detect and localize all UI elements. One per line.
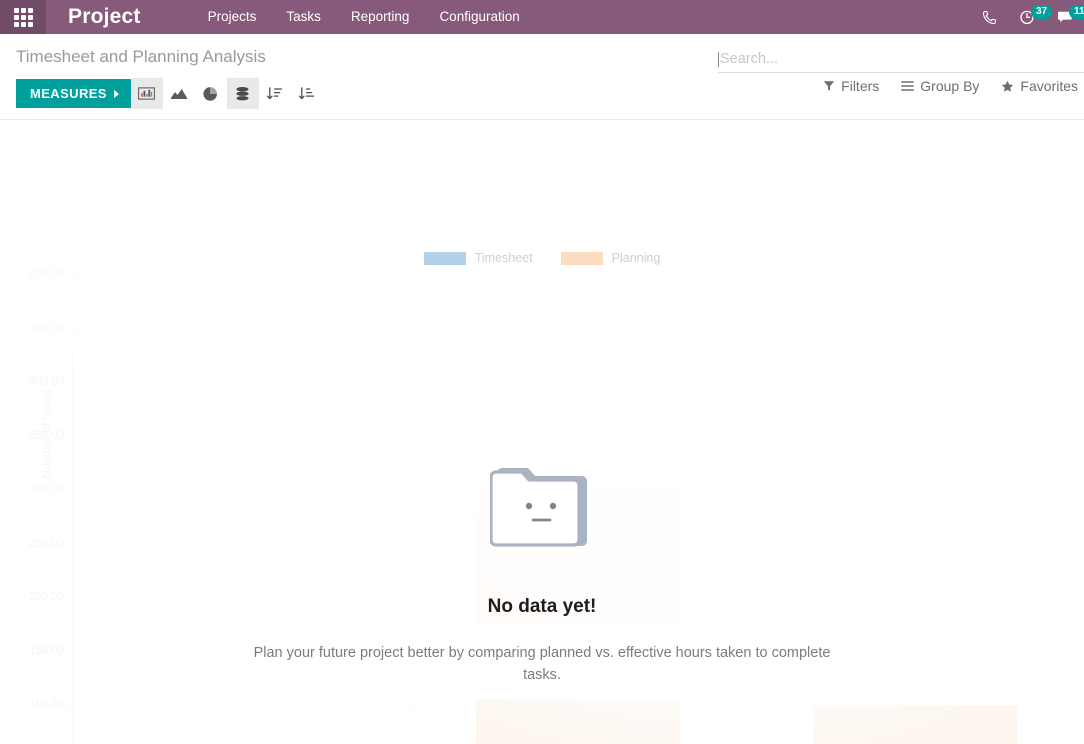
y-axis-tick: 200.00 bbox=[29, 591, 73, 603]
view-bar-chart-button[interactable] bbox=[130, 78, 163, 109]
apps-menu-button[interactable] bbox=[0, 0, 46, 34]
legend-item-planning[interactable]: Planning bbox=[560, 251, 661, 265]
view-controls: MEASURES bbox=[16, 78, 323, 109]
filter-icon bbox=[823, 81, 835, 91]
sort-descending-icon bbox=[299, 86, 315, 99]
app-brand-title[interactable]: Project bbox=[68, 5, 141, 29]
menu-item-projects[interactable]: Projects bbox=[193, 0, 272, 34]
line-chart-icon bbox=[170, 89, 187, 100]
y-axis-tick: 250.00 bbox=[29, 538, 73, 550]
legend-label-timesheet: Timesheet bbox=[474, 251, 533, 265]
activities-button[interactable]: 37 bbox=[1019, 5, 1053, 25]
gridline bbox=[72, 650, 1084, 652]
view-line-chart-button[interactable] bbox=[163, 78, 195, 109]
apps-grid-icon bbox=[13, 7, 33, 27]
sort-ascending-icon bbox=[267, 86, 283, 99]
chart-legend: Timesheet Planning bbox=[0, 251, 1084, 265]
y-axis-tick: 150.00 bbox=[29, 645, 73, 657]
y-axis-line bbox=[72, 275, 73, 744]
phone-button[interactable] bbox=[982, 10, 997, 25]
pie-chart-icon bbox=[203, 86, 218, 101]
activities-badge: 37 bbox=[1031, 5, 1053, 19]
phone-icon bbox=[982, 10, 997, 24]
search-bar[interactable] bbox=[718, 46, 1084, 73]
group-by-button[interactable]: Group By bbox=[901, 78, 979, 94]
control-panel-bottom-row: MEASURES Filters Group By Favorites bbox=[0, 70, 1084, 119]
y-axis-tick: 500.00 bbox=[29, 269, 73, 281]
legend-swatch-planning bbox=[560, 251, 603, 265]
menu-item-reporting[interactable]: Reporting bbox=[336, 0, 425, 34]
navbar-right-actions: 37 11 bbox=[982, 0, 1084, 34]
y-axis-tick: 300.00 bbox=[29, 484, 73, 496]
gridline bbox=[72, 436, 1084, 438]
gridline bbox=[72, 275, 1084, 276]
view-pie-chart-button[interactable] bbox=[195, 78, 227, 109]
column-separator bbox=[409, 275, 411, 744]
favorites-button[interactable]: Favorites bbox=[1001, 78, 1078, 94]
filters-button[interactable]: Filters bbox=[823, 78, 879, 94]
top-navbar: Project Projects Tasks Reporting Configu… bbox=[0, 0, 1084, 34]
list-icon bbox=[901, 81, 915, 91]
y-axis-title: Number of hours bbox=[39, 388, 54, 479]
chart-bar[interactable] bbox=[475, 699, 681, 744]
control-panel-top-row: Timesheet and Planning Analysis bbox=[0, 34, 1084, 73]
group-by-label: Group By bbox=[920, 78, 980, 94]
column-separator bbox=[746, 275, 748, 744]
messages-badge: 11 bbox=[1069, 5, 1084, 19]
y-axis-tick: 100.00 bbox=[29, 699, 73, 711]
main-menu: Projects Tasks Reporting Configuration bbox=[193, 0, 535, 34]
gridline bbox=[72, 328, 1084, 330]
menu-item-tasks[interactable]: Tasks bbox=[271, 0, 336, 34]
menu-item-configuration[interactable]: Configuration bbox=[424, 0, 534, 34]
filters-label: Filters bbox=[841, 78, 880, 94]
stacked-icon bbox=[236, 86, 249, 100]
sort-ascending-button[interactable] bbox=[259, 78, 291, 109]
sort-descending-button[interactable] bbox=[291, 78, 323, 109]
star-icon bbox=[1002, 80, 1014, 92]
chart-bar[interactable] bbox=[813, 704, 1018, 744]
control-panel: Timesheet and Planning Analysis MEASURES bbox=[0, 34, 1084, 120]
measures-button-label: MEASURES bbox=[30, 86, 107, 101]
y-axis-tick: 400.00 bbox=[29, 376, 73, 388]
view-stacked-button[interactable] bbox=[226, 78, 259, 109]
search-input[interactable] bbox=[720, 51, 1084, 67]
bar-chart-icon bbox=[138, 87, 156, 100]
favorites-label: Favorites bbox=[1020, 78, 1078, 94]
legend-label-planning: Planning bbox=[611, 251, 661, 265]
graph-view: Timesheet Planning 0.0050.00100.00150.00… bbox=[0, 120, 1084, 744]
gridline bbox=[72, 382, 1084, 384]
caret-right-icon bbox=[113, 89, 119, 98]
search-dropdown-buttons: Filters Group By Favorites bbox=[823, 78, 1084, 94]
measures-button[interactable]: MEASURES bbox=[16, 79, 131, 108]
breadcrumb: Timesheet and Planning Analysis bbox=[16, 47, 266, 66]
legend-item-timesheet[interactable]: Timesheet bbox=[423, 251, 533, 265]
y-axis-tick: 450.00 bbox=[29, 323, 73, 335]
messages-button[interactable]: 11 bbox=[1057, 5, 1084, 25]
text-caret bbox=[718, 51, 719, 67]
chart-bar[interactable] bbox=[475, 489, 681, 625]
legend-swatch-timesheet bbox=[423, 251, 466, 265]
chart-plot-area: 0.0050.00100.00150.00200.00250.00300.003… bbox=[29, 269, 1084, 744]
